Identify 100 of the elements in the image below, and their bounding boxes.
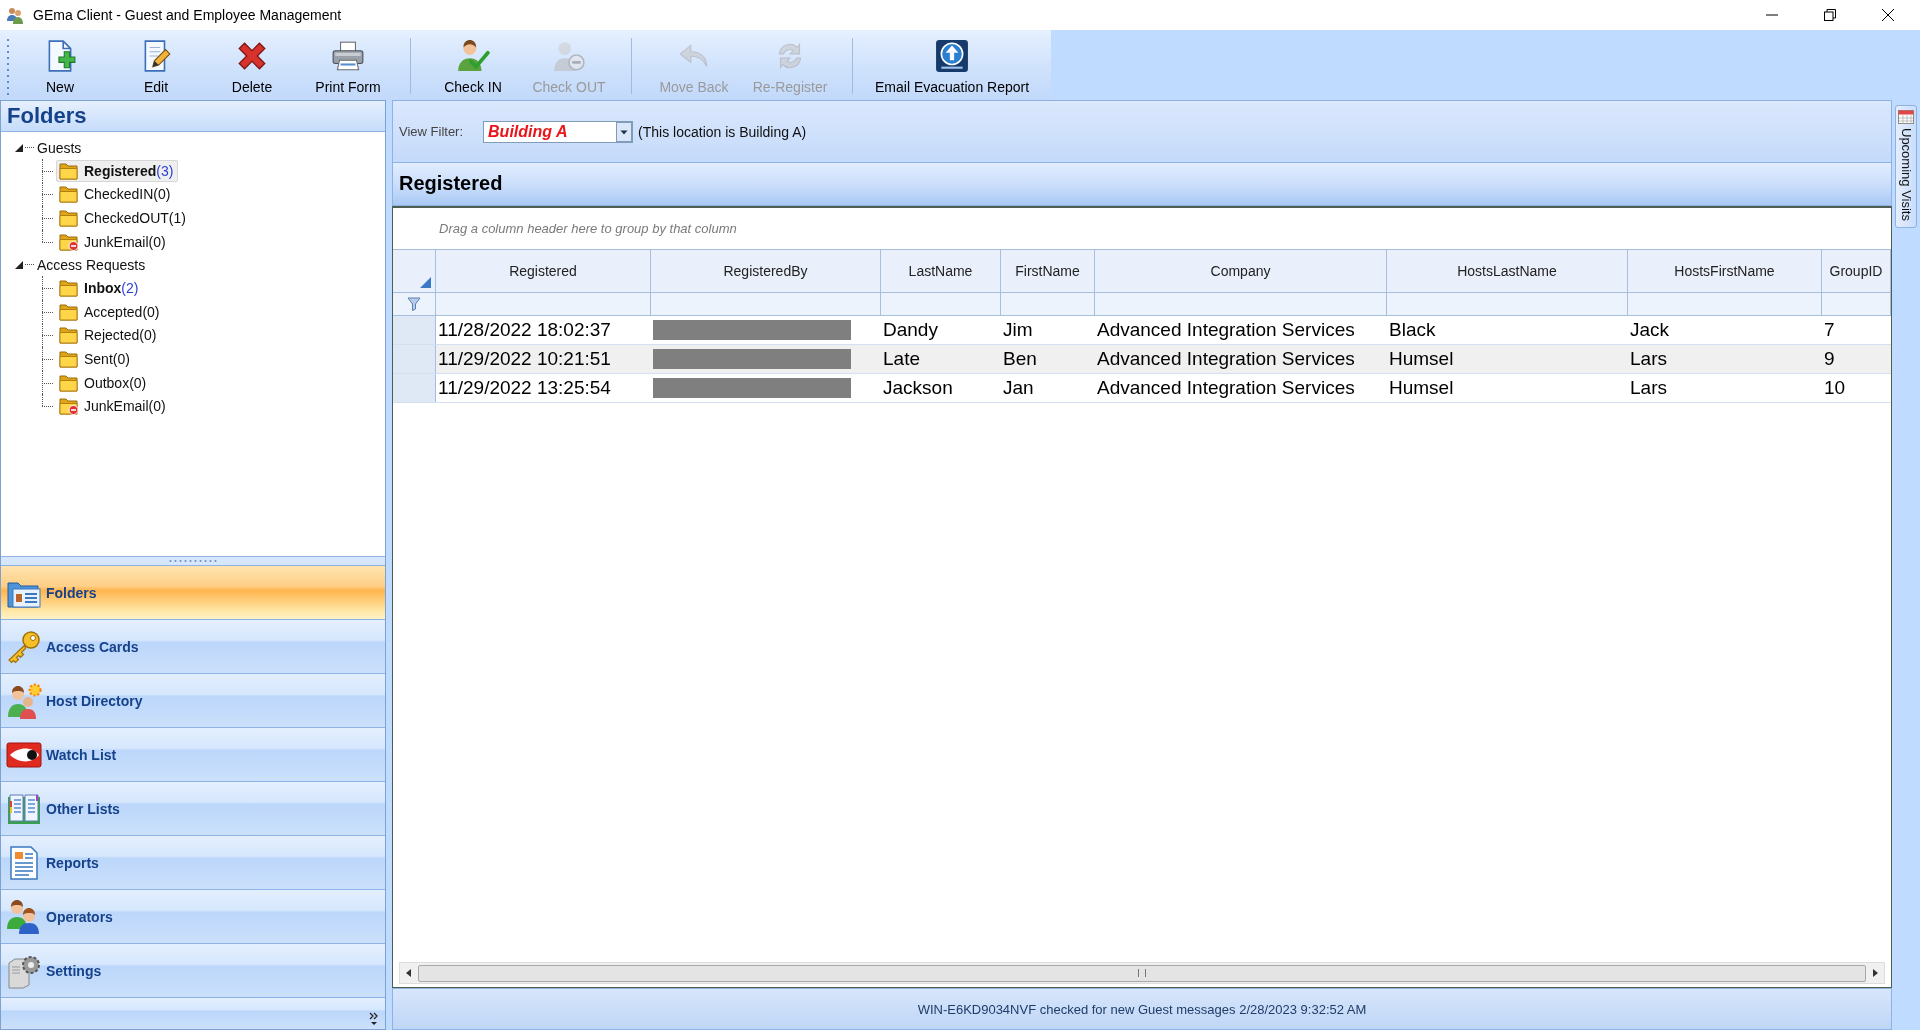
restore-icon[interactable] [1824,9,1836,21]
calendar-icon [1898,110,1914,124]
table-cell-text: Jim [1002,318,1034,342]
column-header[interactable]: RegisteredBy [651,250,881,292]
resize-grip-icon[interactable] [168,559,218,563]
tree-item[interactable]: CheckedOUT(1) [56,207,191,229]
scrollbar-thumb[interactable] [418,964,1866,982]
close-icon[interactable] [1882,9,1894,21]
column-header[interactable]: FirstName [1001,250,1095,292]
folder-icon [59,161,79,180]
printer-icon [331,39,365,73]
people-icon [6,682,42,719]
tree-item[interactable]: Rejected(0) [56,324,162,347]
table-cell-text: Lars [1629,347,1668,371]
column-header[interactable]: GroupID [1822,250,1891,292]
two-people-icon [6,898,42,935]
location-note: (This location is Building A) [638,123,807,140]
column-header[interactable]: HostsLastName [1387,250,1628,292]
table-cell-text: Late [882,347,921,371]
folder-icon [59,302,79,321]
tree-item[interactable]: CheckedIN(0) [56,183,176,206]
row-selector[interactable] [393,374,436,402]
tree-item[interactable]: Sent(0) [56,347,135,370]
table-cell-text: 7 [1823,318,1836,342]
corner-triangle-icon [420,277,431,288]
expand-triangle-icon[interactable] [15,143,23,152]
tree-group-label[interactable]: Guests [37,139,82,156]
table-cell-text: 11/29/2022 13:25:54 [437,376,612,400]
folders-nav-button[interactable]: Folders [1,565,385,619]
table-cell-text: Dandy [882,318,939,342]
tree-item[interactable]: Outbox(0) [56,371,152,394]
column-header[interactable]: Registered [436,250,651,292]
person-check-icon [456,39,490,73]
group-by-hint: Drag a column header here to group by that column [439,221,737,236]
row-selector[interactable] [393,345,436,373]
up-arrow-sign-icon [935,39,970,73]
horizontal-scrollbar[interactable] [399,962,1885,984]
evacuation-button[interactable]: Email Evacuation Report [867,32,1038,100]
table-cell-text: Jan [1002,376,1035,400]
table-cell-text: Advanced Integration Services [1096,318,1356,342]
table-cell-text: Jack [1629,318,1671,342]
other-lists-nav-button[interactable]: Other Lists [1,781,385,835]
table-row[interactable]: 11/28/2022 18:02:37 Dandy Jim Advanced Integration Services Black Jack 7 [393,316,1891,345]
table-cell-text: Advanced Integration Services [1096,376,1356,400]
folder-icon [59,326,79,345]
key-icon [6,628,42,665]
people-icon [6,6,24,24]
table-cell-text: Lars [1629,376,1668,400]
tree-item[interactable]: Registered(3) [56,159,179,182]
row-selector[interactable] [393,316,436,344]
tree-item[interactable]: JunkEmail(0) [56,230,171,253]
status-text: WIN-E6KD9034NVF checked for new Guest messages 2/28/2023 9:32:52 AM [917,1001,1367,1017]
toolbar-grip-icon[interactable] [6,36,10,96]
folders-header: Folders [1,101,385,132]
table-cell-text: Jackson [882,376,954,400]
table-cell-text: 9 [1823,347,1836,371]
table-cell-text: Humsel [1388,347,1455,371]
folder-icon [59,209,79,227]
print-button[interactable]: Print Form [300,32,396,100]
column-header[interactable]: HostsFirstName [1628,250,1822,292]
host-directory-nav-button[interactable]: Host Directory [1,673,385,727]
folder-icon [59,373,79,392]
upcoming-visits-tab[interactable]: Upcoming Visits [1895,105,1917,228]
table-cell-text: 11/29/2022 10:21:51 [437,347,612,371]
blocked-folder-icon [59,397,79,416]
table-cell-text: Black [1388,318,1437,342]
column-header[interactable]: LastName [881,250,1001,292]
tree-item[interactable]: Accepted(0) [56,300,165,323]
table-row[interactable]: 11/29/2022 13:25:54 Jackson Jan Advanced Integration Services Humsel Lars 10 [393,374,1891,403]
check-in-button[interactable]: Check IN [425,32,521,100]
folder-icon [59,185,79,204]
column-header[interactable]: Company [1095,250,1387,292]
view-filter-label: View Filter: [399,124,464,139]
new-button[interactable]: New [12,32,108,100]
overflow-chevron-icon[interactable] [369,1012,379,1026]
tree-item[interactable]: Inbox(2) [56,277,144,300]
panel-title: Registered [392,163,1892,206]
reports-nav-button[interactable]: Reports [1,835,385,889]
table-cell-text: Humsel [1388,376,1455,400]
table-cell-text: Advanced Integration Services [1096,347,1356,371]
view-filter-dropdown[interactable]: Building A [483,120,634,143]
folder-icon [59,279,79,298]
tree-group-label[interactable]: Access Requests [37,256,146,273]
watch-list-nav-button[interactable]: Watch List [1,727,385,781]
folder-icon [59,349,79,368]
delete-button[interactable]: Delete [204,32,300,100]
table-cell-text: 10 [1823,376,1847,400]
operators-nav-button[interactable]: Operators [1,889,385,943]
table-row[interactable]: 11/29/2022 10:21:51 Late Ben Advanced Integration Services Humsel Lars 9 [393,345,1891,374]
access-cards-nav-button[interactable]: Access Cards [1,619,385,673]
filter-icon[interactable] [407,297,421,311]
edit-button[interactable]: Edit [108,32,204,100]
tree-item[interactable]: JunkEmail(0) [56,395,171,418]
settings-nav-button[interactable]: Settings [1,943,385,997]
person-minus-icon [552,39,586,73]
expand-triangle-icon[interactable] [15,260,23,269]
blocked-folder-icon [59,232,79,251]
table-cell-text: Ben [1002,347,1038,371]
window-title: GEma Client - Guest and Employee Management [33,7,342,23]
table-cell-text: 11/28/2022 18:02:37 [437,318,612,342]
